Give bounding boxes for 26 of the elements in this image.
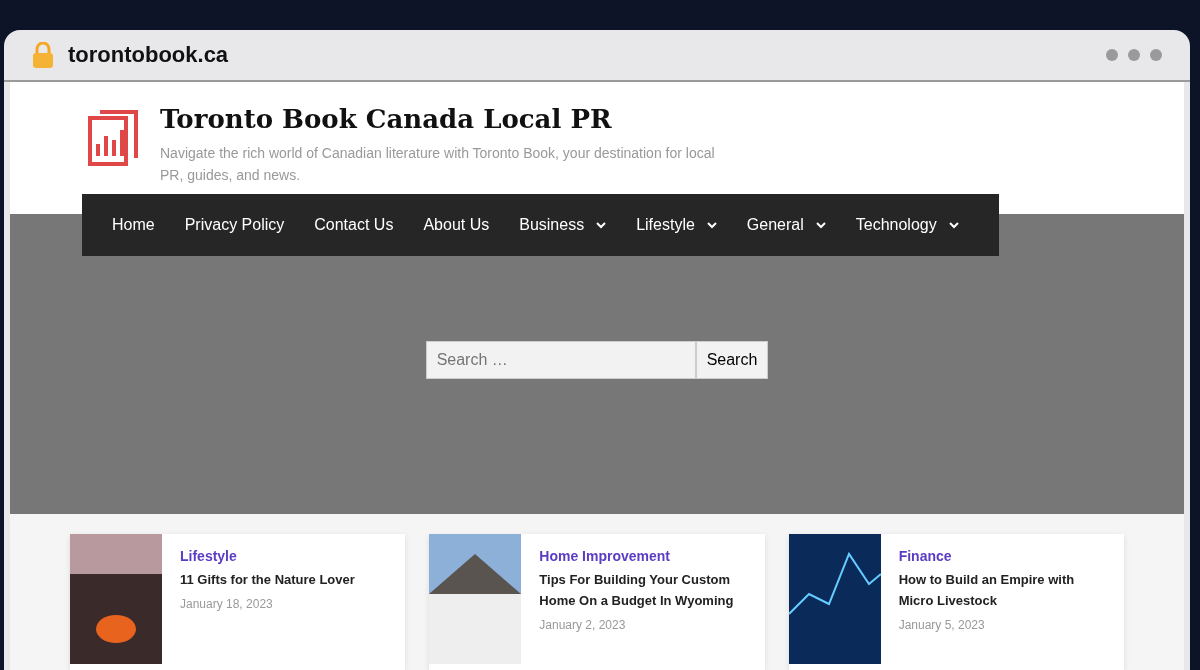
nav-link[interactable]: About Us [423, 216, 490, 234]
site-title[interactable]: Toronto Book Canada Local PR [160, 104, 740, 134]
nav-link[interactable]: Technology [855, 216, 959, 234]
nav-link[interactable]: Home [112, 216, 155, 234]
window-dot[interactable] [1106, 49, 1118, 61]
post-title[interactable]: 11 Gifts for the Nature Lover [180, 570, 355, 591]
lock-icon [32, 42, 54, 68]
site-tagline: Navigate the rich world of Canadian literature with Toronto Book, your destination for local PR, guides, and news. [160, 144, 716, 186]
post-category[interactable]: Lifestyle [180, 548, 355, 564]
search-field[interactable]: Search … [425, 341, 696, 379]
nav-link[interactable]: Privacy Policy [184, 216, 285, 234]
post-date: January 5, 2023 [898, 617, 986, 632]
post-title[interactable]: Tips For Building Your Custom Home On a Budget In Wyoming [539, 570, 747, 612]
url-text[interactable]: torontobook.ca [68, 42, 229, 68]
nav-link[interactable]: Business [519, 216, 607, 234]
post-title[interactable]: How to Build an Empire with Micro Livestock [898, 570, 1106, 612]
nav-link[interactable]: General [746, 216, 826, 234]
post-category[interactable]: Home Improvement [539, 548, 747, 564]
search-button[interactable]: Search [695, 341, 769, 379]
window-dot[interactable] [1128, 49, 1140, 61]
nav-link[interactable]: Contact Us [314, 216, 394, 234]
window-dot[interactable] [1150, 49, 1162, 61]
nav-link[interactable]: Lifestyle [636, 216, 717, 234]
post-date: January 2, 2023 [539, 617, 627, 632]
post-date: January 18, 2023 [180, 596, 274, 611]
post-category[interactable]: Finance [898, 548, 1106, 564]
